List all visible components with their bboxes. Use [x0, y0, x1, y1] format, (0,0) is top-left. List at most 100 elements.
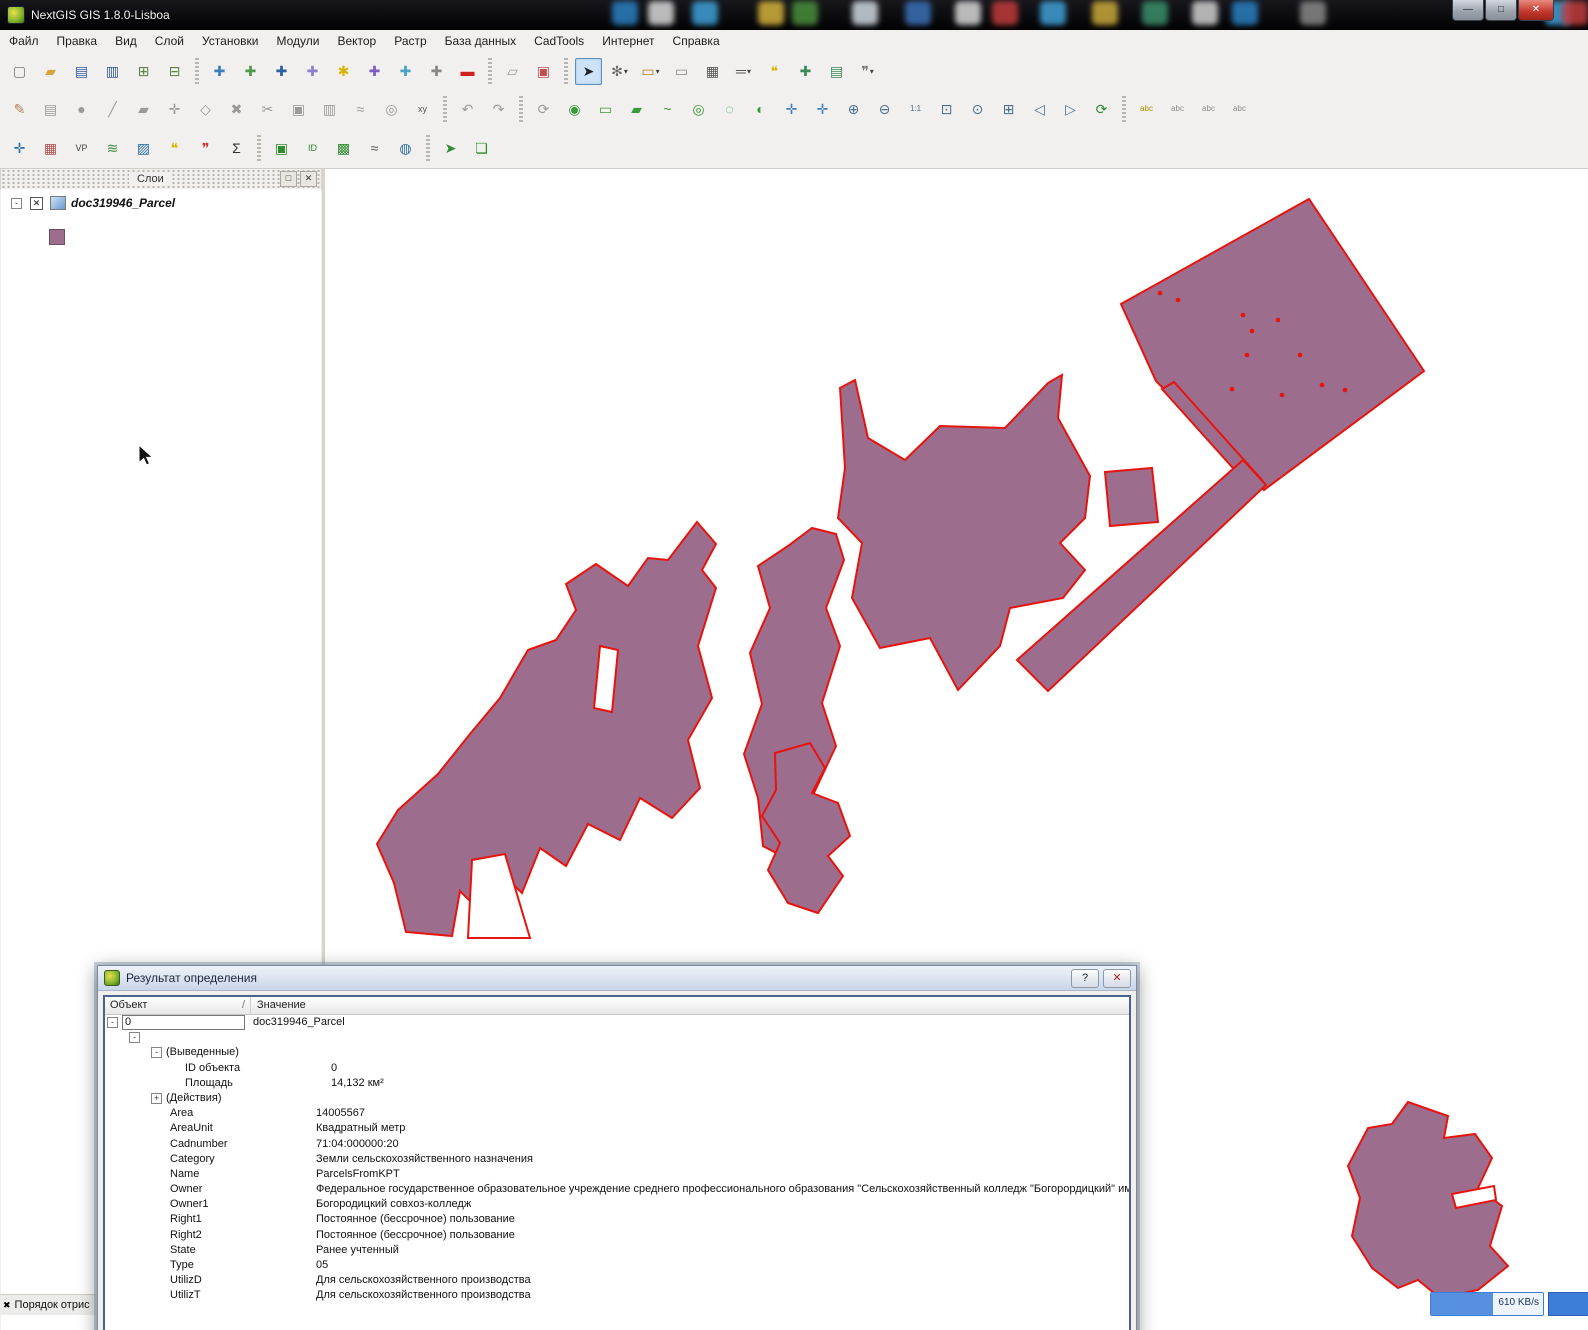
menu-слой[interactable]: Слой — [146, 31, 193, 51]
identify-row[interactable]: AreaUnitКвадратный метр — [105, 1121, 1129, 1136]
zoom-full-button[interactable]: ⊡ — [933, 96, 960, 123]
new-project-button[interactable]: ▢ — [6, 58, 33, 85]
deselect-all-button[interactable]: ◌ — [716, 96, 743, 123]
statistics-button[interactable]: Σ — [223, 135, 250, 162]
parcel-north-east[interactable] — [1121, 199, 1424, 490]
save-project-as-button[interactable]: ▥ — [99, 58, 126, 85]
identify-row[interactable]: NameParcelsFromKPT — [105, 1167, 1129, 1182]
layers-panel-header[interactable]: Слои □✕ — [0, 168, 322, 190]
menu-правка[interactable]: Правка — [48, 31, 107, 51]
parcel-lower-blob[interactable] — [762, 743, 850, 913]
dropdown-arrow-icon[interactable]: ▾ — [624, 67, 628, 76]
identify-row[interactable]: UtilizDДля сельскохозяйственного произво… — [105, 1273, 1129, 1288]
tile-layers-button[interactable]: ❏ — [468, 135, 495, 162]
toolbar-grip[interactable] — [257, 135, 261, 161]
identify-dialog-titlebar[interactable]: Результат определения ? ✕ — [98, 966, 1136, 991]
nextgis-connect-button[interactable]: ▣ — [268, 135, 295, 162]
vp-tool-button[interactable]: VP — [68, 135, 95, 162]
tree-expander-icon[interactable]: + — [151, 1093, 162, 1104]
raster-terrain-button[interactable]: ▨ — [130, 135, 157, 162]
copy-features-button[interactable]: ▣ — [285, 96, 312, 123]
identify-row[interactable]: -(Выведенные) — [105, 1045, 1129, 1060]
menu-вид[interactable]: Вид — [106, 31, 146, 51]
toolbar-grip[interactable] — [488, 58, 492, 84]
add-postgis-layer-button[interactable]: ✚ — [268, 58, 295, 85]
redo-button[interactable]: ↷ — [485, 96, 512, 123]
qtiles-button[interactable]: ➤ — [437, 135, 464, 162]
save-edits-button[interactable]: ▤ — [37, 96, 64, 123]
identify-row[interactable]: +(Действия) — [105, 1091, 1129, 1106]
select-rectangle-button[interactable]: ▭ — [592, 96, 619, 123]
tree-expander-icon[interactable]: - — [107, 1017, 118, 1028]
menu-вектор[interactable]: Вектор — [328, 31, 385, 51]
menu-модули[interactable]: Модули — [267, 31, 328, 51]
map-tip-red-button[interactable]: ❞ — [192, 135, 219, 162]
raster-preview-button[interactable]: ▩ — [330, 135, 357, 162]
select-radius-button[interactable]: ◎ — [685, 96, 712, 123]
new-shapefile-layer-button[interactable]: ✱ — [330, 58, 357, 85]
parcel-small-square[interactable] — [1105, 468, 1158, 526]
draw-order-panel-header[interactable]: ✖ Порядок отрис — [0, 1294, 96, 1315]
parcel-south-west[interactable] — [377, 522, 716, 936]
layer-name[interactable]: doc319946_Parcel — [71, 196, 175, 210]
select-freehand-button[interactable]: ~ — [654, 96, 681, 123]
menu-растр[interactable]: Растр — [385, 31, 435, 51]
pan-to-selection-button[interactable]: ✛ — [809, 96, 836, 123]
save-project-button[interactable]: ▤ — [68, 58, 95, 85]
identify-row[interactable]: Type05 — [105, 1258, 1129, 1273]
db-manager-button[interactable]: ◍ — [392, 135, 419, 162]
label-rotated-button[interactable]: abc — [1195, 96, 1222, 123]
cut-features-button[interactable]: ✂ — [254, 96, 281, 123]
labeling-button[interactable]: abc — [1133, 96, 1160, 123]
identify-row[interactable]: Right2Постоянное (бессрочное) пользовани… — [105, 1228, 1129, 1243]
add-vector-layer-button[interactable]: ✚ — [206, 58, 233, 85]
text-annotation-button[interactable]: ❞▾ — [854, 58, 881, 85]
remove-layer-button[interactable]: ▬ — [454, 58, 481, 85]
window-titlebar[interactable]: NextGIS GIS 1.8.0-Lisboa —□✕ — [0, 0, 1588, 30]
profile-tool-button[interactable]: ≈ — [361, 135, 388, 162]
identify-row[interactable]: UtilizTДля сельскохозяйственного произво… — [105, 1288, 1129, 1303]
pan-map-button[interactable]: ✛ — [778, 96, 805, 123]
map-tip-yellow-button[interactable]: ❝ — [161, 135, 188, 162]
tree-expander-icon[interactable]: - — [151, 1047, 162, 1058]
tree-expander-icon[interactable]: - — [129, 1032, 140, 1043]
identify-row[interactable]: Cadnumber71:04:000000:20 — [105, 1137, 1129, 1152]
toolbar-grip[interactable] — [195, 58, 199, 84]
new-spatialite-db-button[interactable]: ▱ — [499, 58, 526, 85]
xy-tool-button[interactable]: xy — [409, 96, 436, 123]
menu-установки[interactable]: Установки — [193, 31, 267, 51]
dxf2shp-button[interactable]: ▦ — [37, 135, 64, 162]
layer-checkbox[interactable]: ✕ — [30, 197, 43, 210]
open-attribute-table-button[interactable]: ▦ — [699, 58, 726, 85]
panel-float-button[interactable]: □ — [280, 171, 297, 187]
node-tool-button[interactable]: ◇ — [192, 96, 219, 123]
capture-polygon-button[interactable]: ▰ — [130, 96, 157, 123]
layer-item[interactable]: - ✕ doc319946_Parcel — [1, 189, 321, 212]
select-polygon-button[interactable]: ▰ — [623, 96, 650, 123]
menu-cadtools[interactable]: CadTools — [525, 31, 593, 51]
zoom-to-selection-button[interactable]: ⊙ — [964, 96, 991, 123]
identify-row[interactable]: CategoryЗемли сельскохозяйственного назн… — [105, 1152, 1129, 1167]
layer-error-button[interactable]: ▣ — [530, 58, 557, 85]
delete-ring-button[interactable]: ◎ — [378, 96, 405, 123]
zoom-last-button[interactable]: ◁ — [1026, 96, 1053, 123]
menu-справка[interactable]: Справка — [664, 31, 729, 51]
measure-button[interactable]: ═▾ — [730, 58, 757, 85]
identify-row[interactable]: Owner1Богородицкий совхоз-колледж — [105, 1197, 1129, 1212]
deselect-features-button[interactable]: ▭ — [668, 58, 695, 85]
identify-row[interactable]: StateРанее учтенный — [105, 1243, 1129, 1258]
label-moved-button[interactable]: abc — [1164, 96, 1191, 123]
select-features-button[interactable]: ▭▾ — [637, 58, 664, 85]
identify-row[interactable]: -0doc319946_Parcel — [105, 1015, 1129, 1030]
coordinate-capture-button[interactable]: ✛ — [6, 135, 33, 162]
interpolation-button[interactable]: ≋ — [99, 135, 126, 162]
new-bookmark-button[interactable]: ✚ — [792, 58, 819, 85]
zoom-next-button[interactable]: ▷ — [1057, 96, 1084, 123]
close-button[interactable]: ✕ — [1103, 969, 1131, 988]
identify-row[interactable]: OwnerФедеральное государственное образов… — [105, 1182, 1129, 1197]
add-spatialite-layer-button[interactable]: ✚ — [299, 58, 326, 85]
column-header-object[interactable]: Объект / — [105, 997, 251, 1014]
identify-row[interactable]: Area14005567 — [105, 1106, 1129, 1121]
menu-файл[interactable]: Файл — [0, 31, 48, 51]
refresh-map-button[interactable]: ⟳ — [1088, 96, 1115, 123]
